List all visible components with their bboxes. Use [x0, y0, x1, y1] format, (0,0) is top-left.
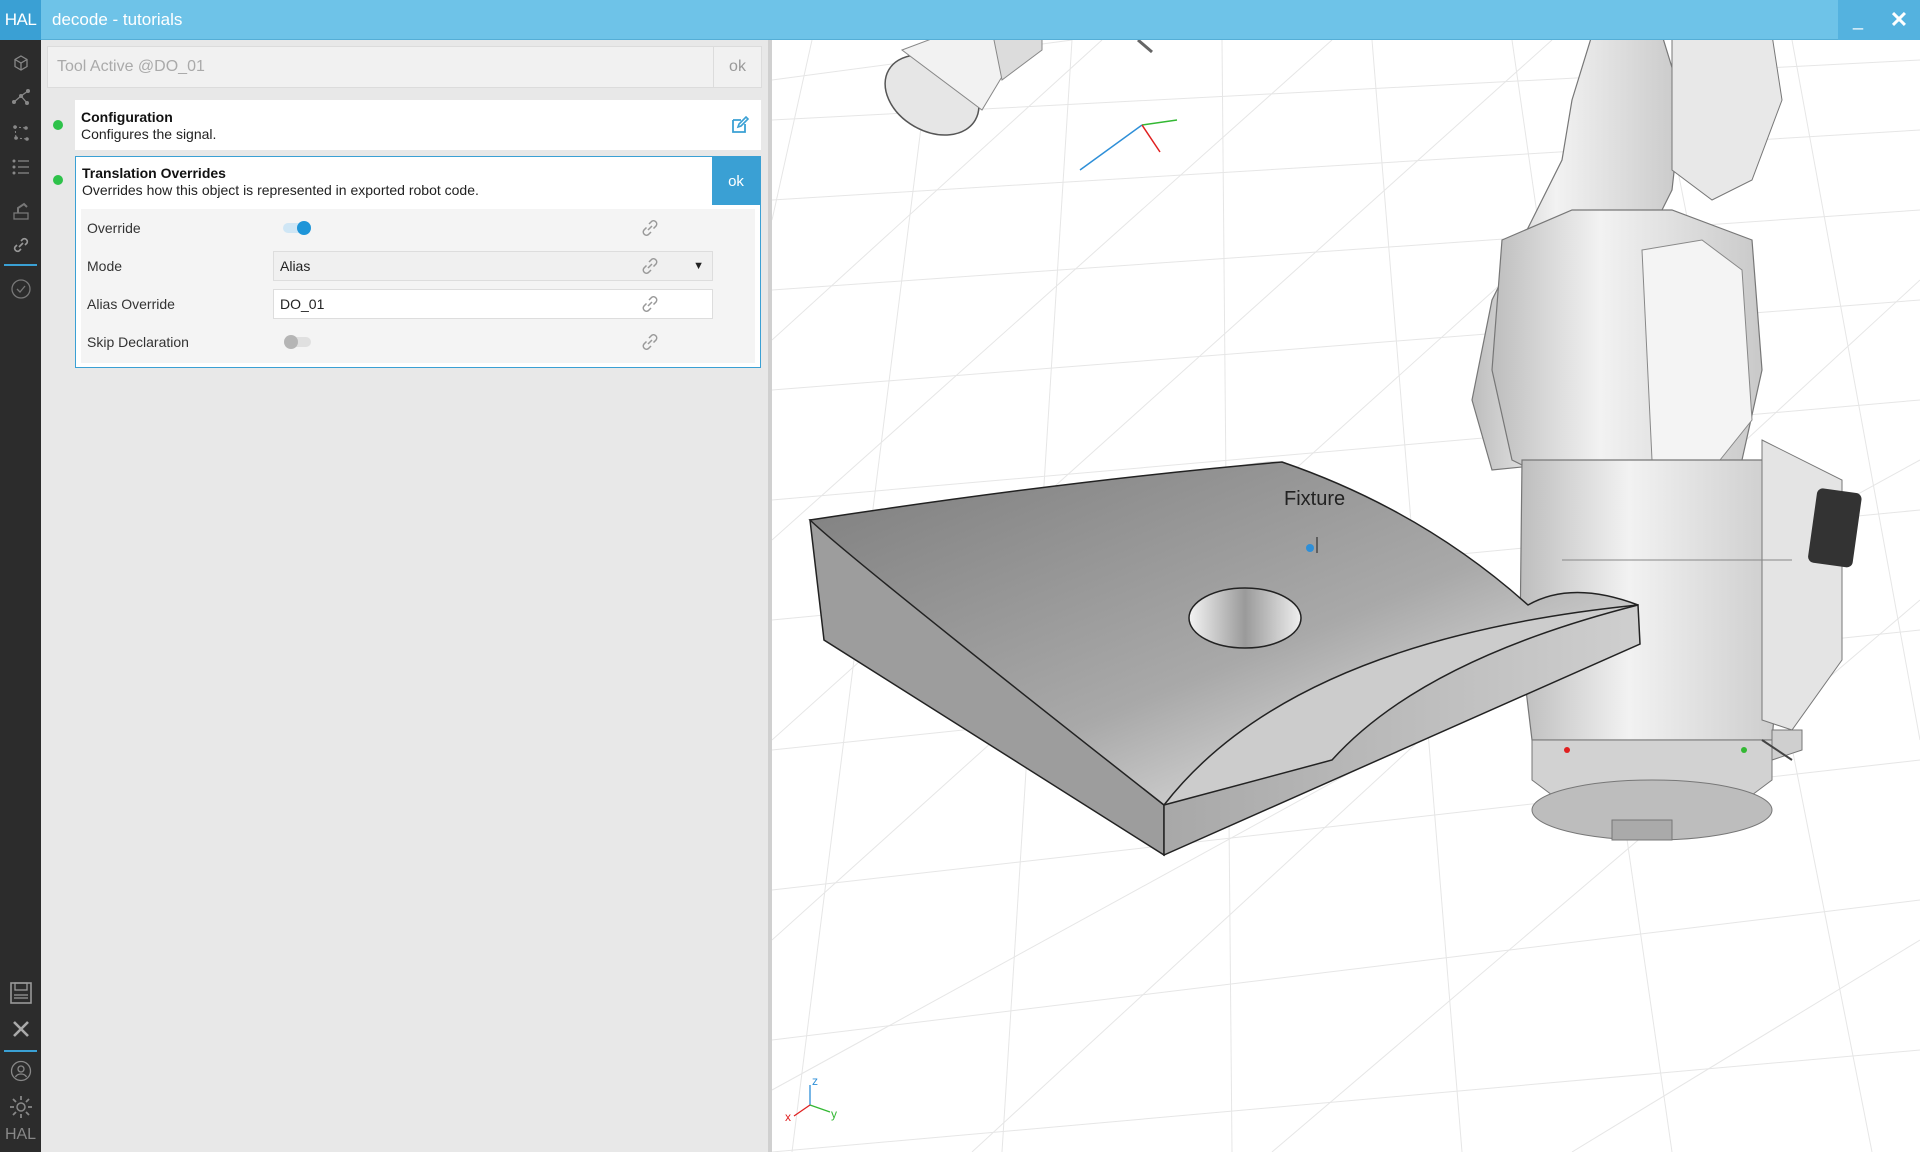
object-name-input[interactable] — [48, 47, 714, 87]
configuration-status-dot — [53, 120, 63, 130]
skip-declaration-row: Skip Declaration — [81, 323, 755, 361]
mode-row: Mode Alias ▼ — [81, 247, 755, 285]
alias-override-row: Alias Override DO_01 — [81, 285, 755, 323]
translation-overrides-description: Overrides how this object is represented… — [82, 182, 479, 198]
override-toggle[interactable] — [283, 221, 313, 235]
link-icon[interactable] — [0, 228, 41, 262]
edit-icon[interactable] — [725, 110, 755, 140]
rail-separator — [4, 1050, 37, 1052]
list-icon[interactable] — [0, 150, 41, 184]
skip-declaration-toggle[interactable] — [283, 335, 313, 349]
object-name-row: ok — [47, 46, 762, 88]
save-icon[interactable] — [0, 976, 41, 1010]
properties-panel: ok Configuration Configures the signal. … — [41, 40, 768, 1152]
fixture-block — [808, 461, 1641, 857]
axis-y-label: y — [831, 1107, 837, 1121]
robot-arm — [1471, 40, 1862, 841]
minimize-button[interactable]: _ — [1838, 0, 1878, 40]
hal-logo: HAL — [0, 0, 41, 40]
configuration-description: Configures the signal. — [81, 126, 217, 142]
window-title: decode - tutorials — [52, 10, 183, 29]
override-row: Override — [81, 209, 755, 247]
nodes-icon[interactable] — [0, 116, 41, 150]
hal-footer-logo: HAL — [4, 1126, 37, 1143]
name-ok-button[interactable]: ok — [714, 47, 761, 87]
configuration-title: Configuration — [81, 109, 173, 125]
translation-overrides-status-dot — [53, 175, 63, 185]
rail-active-indicator — [4, 264, 37, 266]
tool-flange — [884, 40, 1178, 171]
axis-z-label: z — [812, 1074, 818, 1088]
scene-canvas — [772, 40, 1920, 1152]
skip-declaration-link-icon[interactable] — [639, 331, 661, 353]
cube-icon[interactable] — [0, 46, 41, 80]
mode-select-value: Alias — [280, 258, 311, 274]
fixture-label: Fixture — [1284, 488, 1346, 510]
mode-link-icon[interactable] — [639, 255, 661, 277]
alias-override-link-icon[interactable] — [639, 293, 661, 315]
translation-overrides-ok-button[interactable]: ok — [712, 157, 760, 205]
title-bar: HAL decode - tutorials _ ✕ — [0, 0, 1920, 40]
chevron-down-icon: ▼ — [693, 260, 704, 272]
graph-icon[interactable] — [0, 80, 41, 114]
user-icon[interactable] — [0, 1054, 41, 1088]
translation-overrides-body: Override Mode Alias ▼ Alias Override DO_… — [81, 209, 755, 363]
translation-overrides-title: Translation Overrides — [82, 165, 226, 181]
translation-overrides-card: Translation Overrides Overrides how this… — [75, 156, 761, 368]
override-link-icon[interactable] — [639, 217, 661, 239]
alias-override-label: Alias Override — [87, 296, 175, 312]
axis-x-label: x — [785, 1110, 791, 1124]
robot-icon[interactable] — [0, 194, 41, 228]
skip-declaration-label: Skip Declaration — [87, 334, 189, 350]
check-circle-icon[interactable] — [0, 272, 41, 306]
left-icon-rail: HAL — [0, 40, 41, 1152]
3d-viewport[interactable]: Fixture z y x — [772, 40, 1920, 1152]
translation-overrides-header[interactable]: Translation Overrides Overrides how this… — [76, 157, 760, 205]
override-label: Override — [87, 220, 141, 236]
close-icon[interactable] — [0, 1012, 41, 1046]
mode-label: Mode — [87, 258, 123, 274]
configuration-card[interactable]: Configuration Configures the signal. — [75, 100, 761, 150]
close-window-button[interactable]: ✕ — [1878, 0, 1920, 40]
